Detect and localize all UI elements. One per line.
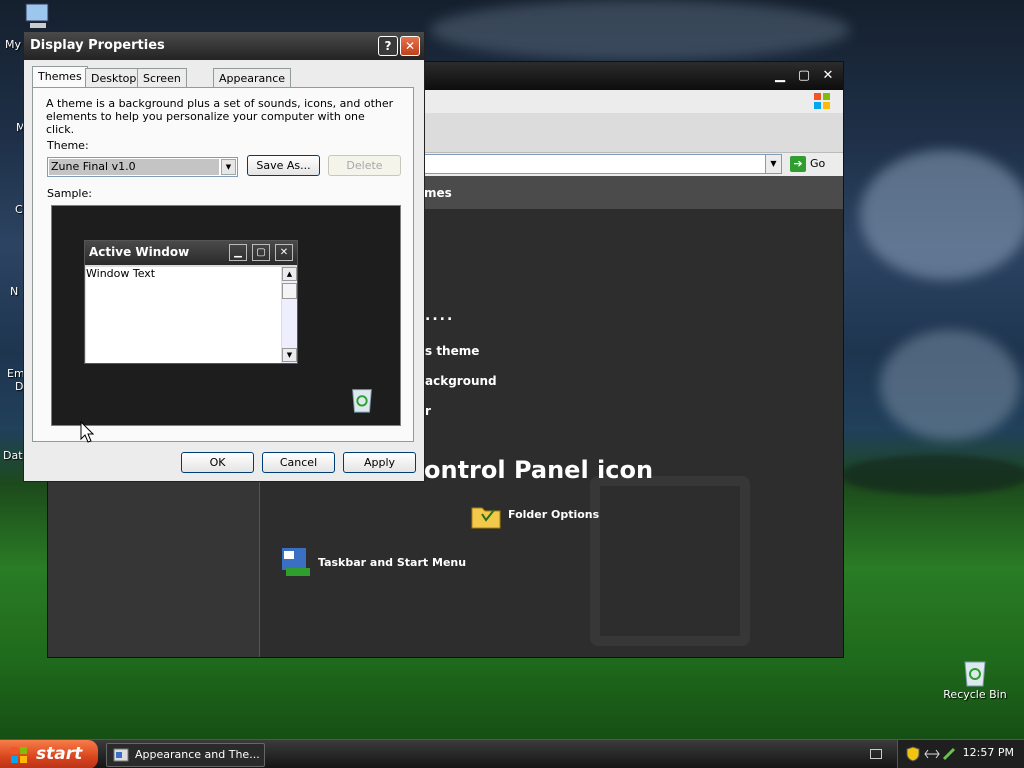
- taskbar-icon: [282, 548, 310, 576]
- maximize-icon: ▢: [252, 244, 270, 261]
- save-as-button[interactable]: Save As...: [247, 155, 320, 176]
- desktop-icon-label[interactable]: N: [10, 285, 18, 298]
- task-link[interactable]: ....: [425, 308, 454, 324]
- tab-appearance[interactable]: Appearance: [213, 68, 292, 88]
- close-button[interactable]: ✕: [400, 36, 420, 56]
- task-link-theme[interactable]: s theme: [425, 344, 479, 358]
- taskbar: start Appearance and The... 12:57 PM: [0, 739, 1024, 768]
- mouse-cursor-icon: [80, 421, 94, 443]
- desktop-icon-my-computer[interactable]: My: [5, 0, 54, 51]
- display-properties-dialog[interactable]: Display Properties ? ✕ Themes Desktop Sc…: [23, 31, 425, 482]
- desktop-icon-label[interactable]: Dat: [3, 449, 23, 462]
- desktop-cloud: [880, 330, 1020, 440]
- system-tray: 12:57 PM: [897, 740, 1024, 768]
- start-button[interactable]: start: [0, 740, 98, 768]
- theme-label: Theme:: [47, 139, 89, 152]
- themes-panel: A theme is a background plus a set of so…: [32, 87, 414, 442]
- apply-button[interactable]: Apply: [343, 452, 416, 473]
- folder-options-item[interactable]: Folder Options: [470, 500, 599, 533]
- desktop-icon-recycle-bin[interactable]: Recycle Bin: [940, 656, 1010, 701]
- desktop-cloud: [860, 150, 1024, 280]
- computer-icon: [25, 3, 49, 28]
- desktop-icon-label: My: [5, 38, 22, 51]
- scroll-up-icon: ▲: [282, 267, 297, 281]
- folder-options-label: Folder Options: [508, 508, 600, 521]
- delete-button[interactable]: Delete: [328, 155, 401, 176]
- security-shield-icon[interactable]: [906, 746, 920, 762]
- task-link-background[interactable]: ackground: [425, 374, 497, 388]
- theme-sample-preview: Active Window ▁ ▢ ✕ Window Text ▲ ▼: [51, 205, 401, 426]
- desktop-icon-label: Recycle Bin: [943, 688, 1007, 701]
- recycle-bin-icon: [352, 389, 372, 413]
- desktop-icon-label[interactable]: C: [15, 203, 23, 216]
- network-icon[interactable]: [924, 747, 940, 761]
- chevron-down-icon[interactable]: ▼: [221, 159, 236, 175]
- windows-flag-icon: [11, 747, 27, 763]
- taskbar-task-button[interactable]: Appearance and The...: [106, 743, 265, 767]
- taskbar-task-label: Appearance and The...: [135, 748, 260, 761]
- active-window-preview: Active Window ▁ ▢ ✕ Window Text ▲ ▼: [84, 240, 298, 364]
- tab-desktop[interactable]: Desktop: [85, 68, 143, 88]
- keyboard-icon[interactable]: [870, 749, 882, 759]
- minimize-icon: ▁: [229, 244, 247, 261]
- start-label: start: [36, 744, 83, 764]
- cancel-button[interactable]: Cancel: [262, 452, 335, 473]
- theme-select-value: Zune Final v1.0: [49, 159, 219, 175]
- watermark-icon: [590, 476, 750, 646]
- chevron-down-icon[interactable]: ▼: [765, 155, 781, 173]
- sample-label: Sample:: [47, 187, 92, 200]
- go-arrow-icon: ➔: [790, 156, 806, 172]
- maximize-icon[interactable]: ▢: [794, 66, 814, 86]
- tab-themes[interactable]: Themes: [32, 66, 88, 89]
- scroll-down-icon: ▼: [282, 348, 297, 362]
- scroll-thumb: [282, 283, 297, 299]
- theme-description: A theme is a background plus a set of so…: [46, 97, 394, 136]
- desktop-hills: [840, 455, 1024, 495]
- close-icon: ✕: [275, 244, 293, 261]
- help-button[interactable]: ?: [378, 36, 398, 56]
- go-label: Go: [810, 157, 826, 170]
- recycle-bin-icon: [964, 661, 986, 687]
- go-button[interactable]: ➔ Go: [790, 155, 825, 173]
- preview-title-bar: Active Window ▁ ▢ ✕: [85, 241, 297, 265]
- preview-body: Window Text: [86, 267, 281, 363]
- folder-icon: [471, 507, 501, 529]
- clock[interactable]: 12:57 PM: [963, 746, 1014, 759]
- tab-screen-saver[interactable]: Screen Saver: [137, 68, 187, 98]
- windows-flag-icon: [814, 93, 830, 109]
- preview-text: Window Text: [86, 267, 156, 280]
- ok-button[interactable]: OK: [181, 452, 254, 473]
- dialog-title: Display Properties: [30, 38, 165, 53]
- control-panel-icon: [113, 748, 129, 762]
- close-icon[interactable]: ✕: [818, 66, 838, 86]
- preview-scrollbar: ▲ ▼: [282, 267, 297, 363]
- minimize-icon[interactable]: ▁: [770, 66, 790, 86]
- preview-title: Active Window: [89, 245, 190, 259]
- taskbar-start-menu-label: Taskbar and Start Menu: [318, 556, 467, 569]
- desktop-cloud: [430, 0, 850, 60]
- task-link[interactable]: r: [425, 404, 431, 418]
- taskbar-start-menu-item[interactable]: Taskbar and Start Menu: [280, 546, 466, 581]
- theme-select[interactable]: Zune Final v1.0 ▼: [47, 157, 238, 177]
- title-bar[interactable]: Display Properties ? ✕: [24, 32, 424, 60]
- safely-remove-icon[interactable]: [942, 747, 956, 761]
